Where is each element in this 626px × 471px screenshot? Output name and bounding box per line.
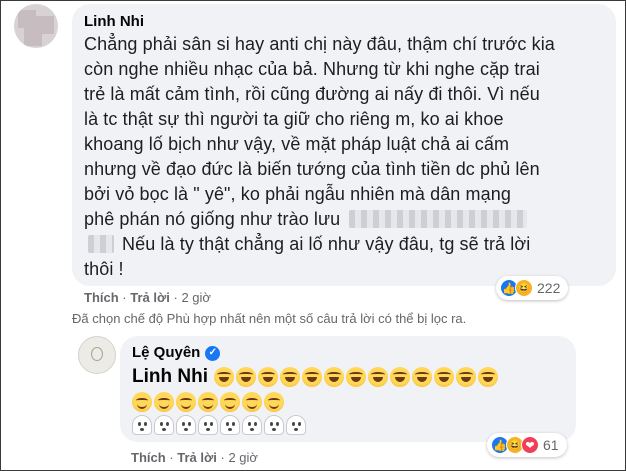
reply-first-line: Linh Nhi bbox=[132, 365, 564, 389]
grinning-emoji bbox=[176, 392, 196, 412]
laughing-emoji bbox=[455, 367, 476, 387]
comment-text: Chẳng phải sân si hay anti chị này đâu, … bbox=[84, 32, 604, 282]
grinning-emoji bbox=[220, 392, 240, 412]
emoji-row-grinning bbox=[132, 392, 564, 412]
commenter-avatar[interactable] bbox=[14, 4, 58, 48]
ghost-emoji bbox=[154, 415, 174, 435]
comment-line: còn nghe nhiều nhạc của bả. Nhưng từ khi… bbox=[84, 59, 540, 79]
comment-line: khoang lố bịch như vậy, về mặt pháp luật… bbox=[84, 134, 510, 154]
reply-author[interactable]: Lệ Quyên bbox=[132, 343, 200, 363]
laughing-emoji bbox=[389, 367, 410, 387]
separator: · bbox=[169, 450, 174, 465]
reply-author-row: Lệ Quyên ✓ bbox=[132, 343, 564, 363]
grinning-emoji bbox=[154, 392, 174, 412]
comment-bubble: Linh Nhi Chẳng phải sân si hay anti chị … bbox=[72, 4, 616, 286]
like-link[interactable]: Thích bbox=[84, 290, 119, 305]
love-icon: ❤ bbox=[521, 436, 539, 454]
comment-line: trẻ là mất cảm tình, rồi cũng đường ai n… bbox=[84, 84, 540, 104]
grinning-emoji bbox=[242, 392, 262, 412]
haha-icon: 😆 bbox=[515, 279, 533, 297]
redacted-text bbox=[349, 210, 528, 228]
separator: · bbox=[173, 290, 178, 305]
laughing-emoji bbox=[477, 367, 498, 387]
laughing-emoji bbox=[433, 367, 454, 387]
emoji-row-laughing bbox=[213, 367, 498, 387]
like-link[interactable]: Thích bbox=[131, 450, 166, 465]
ghost-emoji bbox=[220, 415, 240, 435]
laughing-emoji bbox=[411, 367, 432, 387]
redacted-text bbox=[88, 235, 114, 253]
comment-line: Chẳng phải sân si hay anti chị này đâu, … bbox=[84, 34, 555, 54]
separator: · bbox=[122, 290, 127, 305]
reply-reactions[interactable]: 👍 😆 ❤ 61 bbox=[487, 433, 567, 457]
reply-bubble: Lệ Quyên ✓ Linh Nhi bbox=[120, 336, 576, 442]
comment-line-with-redaction: Nếu là ty thật chẳng ai lố như vậy đâu, … bbox=[84, 232, 604, 257]
laughing-emoji bbox=[279, 367, 300, 387]
laughing-emoji bbox=[345, 367, 366, 387]
ghost-emoji bbox=[242, 415, 262, 435]
reply-avatar[interactable] bbox=[78, 336, 116, 374]
ghost-emoji bbox=[176, 415, 196, 435]
reaction-count: 222 bbox=[537, 280, 561, 296]
comment-line: nhưng về đạo đức là biến tướng của tình … bbox=[84, 159, 540, 179]
reply-link[interactable]: Trả lời bbox=[130, 290, 170, 305]
reaction-count: 61 bbox=[543, 437, 559, 453]
laughing-emoji bbox=[213, 367, 234, 387]
ghost-emoji bbox=[264, 415, 284, 435]
comment-line: Nếu là ty thật chẳng ai lố như vậy đâu, … bbox=[122, 234, 531, 254]
ghost-emoji bbox=[286, 415, 306, 435]
grinning-emoji bbox=[198, 392, 218, 412]
comment-line-with-redaction: phê phán nó giống như trào lưu bbox=[84, 207, 604, 232]
comment-reactions[interactable]: 👍 😆 222 bbox=[496, 276, 569, 300]
comment-line: bởi vỏ bọc là " yê", ko phải ngẫu nhiên … bbox=[84, 184, 511, 204]
tagged-user[interactable]: Linh Nhi bbox=[132, 365, 208, 389]
comment-timestamp[interactable]: 2 giờ bbox=[181, 290, 211, 305]
comment-line: là tc thật sự thì người ta giữ cho riêng… bbox=[84, 109, 504, 129]
ghost-emoji bbox=[132, 415, 152, 435]
laughing-emoji bbox=[323, 367, 344, 387]
laughing-emoji bbox=[301, 367, 322, 387]
ghost-emoji bbox=[198, 415, 218, 435]
separator: · bbox=[220, 450, 225, 465]
reply-timestamp[interactable]: 2 giờ bbox=[228, 450, 258, 465]
verified-badge-icon: ✓ bbox=[205, 345, 221, 361]
comment-author[interactable]: Linh Nhi bbox=[84, 12, 604, 32]
laughing-emoji bbox=[367, 367, 388, 387]
reply-actions: Thích · Trả lời · 2 giờ bbox=[131, 450, 258, 465]
laughing-emoji bbox=[257, 367, 278, 387]
reply-link[interactable]: Trả lời bbox=[177, 450, 217, 465]
laughing-emoji bbox=[235, 367, 256, 387]
comment-actions: Thích · Trả lời · 2 giờ bbox=[84, 290, 211, 305]
emoji-row-ghost bbox=[132, 415, 564, 435]
grinning-emoji bbox=[132, 392, 152, 412]
comment-line: phê phán nó giống như trào lưu bbox=[84, 209, 341, 229]
grinning-emoji bbox=[264, 392, 284, 412]
filter-notice: Đã chọn chế độ Phù hợp nhất nên một số c… bbox=[72, 311, 467, 326]
